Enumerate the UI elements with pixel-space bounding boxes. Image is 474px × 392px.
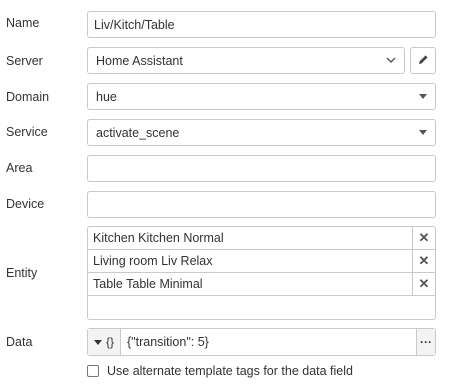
caret-down-icon: [419, 130, 427, 135]
domain-select[interactable]: hue: [87, 83, 436, 110]
json-type-icon: {}: [105, 335, 114, 349]
name-input[interactable]: [94, 17, 429, 32]
entity-list: Kitchen Kitchen Normal ✕ Living room Liv…: [87, 226, 436, 320]
service-select[interactable]: activate_scene: [87, 119, 436, 146]
server-label: Server: [6, 54, 43, 68]
data-field[interactable]: {} {"transition": 5} ···: [87, 328, 436, 356]
server-value: Home Assistant: [96, 53, 183, 68]
device-input[interactable]: [94, 197, 429, 212]
data-label: Data: [6, 335, 33, 349]
name-field[interactable]: [87, 11, 436, 38]
device-field[interactable]: [87, 191, 436, 218]
caret-down-icon: [93, 339, 102, 345]
service-value: activate_scene: [96, 125, 180, 140]
service-label: Service: [6, 125, 48, 139]
alt-tags-option[interactable]: Use alternate template tags for the data…: [87, 364, 353, 378]
entity-item-label: Table Table Minimal: [93, 277, 203, 291]
area-field[interactable]: [87, 155, 436, 182]
entity-item: Table Table Minimal ✕: [88, 273, 435, 296]
remove-entity-button[interactable]: ✕: [412, 250, 435, 272]
entity-item: Kitchen Kitchen Normal ✕: [88, 227, 435, 250]
edit-server-button[interactable]: [410, 47, 436, 74]
alt-tags-label: Use alternate template tags for the data…: [107, 364, 353, 378]
remove-entity-button[interactable]: ✕: [412, 273, 435, 295]
device-label: Device: [6, 197, 45, 211]
data-value[interactable]: {"transition": 5}: [121, 335, 416, 349]
domain-label: Domain: [6, 90, 50, 104]
entity-label: Entity: [6, 266, 38, 280]
caret-down-icon: [419, 94, 427, 99]
more-options-button[interactable]: ···: [416, 329, 435, 355]
area-label: Area: [6, 161, 33, 175]
server-select[interactable]: Home Assistant: [87, 47, 405, 74]
name-label: Name: [6, 16, 40, 30]
entity-item-label: Living room Liv Relax: [93, 254, 213, 268]
area-input[interactable]: [94, 161, 429, 176]
domain-value: hue: [96, 89, 117, 104]
remove-entity-button[interactable]: ✕: [412, 227, 435, 249]
alt-tags-checkbox[interactable]: [87, 365, 99, 377]
entity-item-label: Kitchen Kitchen Normal: [93, 231, 224, 245]
entity-item: Living room Liv Relax ✕: [88, 250, 435, 273]
chevron-down-icon: [386, 55, 396, 67]
pencil-icon: [418, 54, 429, 68]
entity-add-input[interactable]: [88, 296, 435, 320]
data-type-selector[interactable]: {}: [88, 329, 121, 355]
